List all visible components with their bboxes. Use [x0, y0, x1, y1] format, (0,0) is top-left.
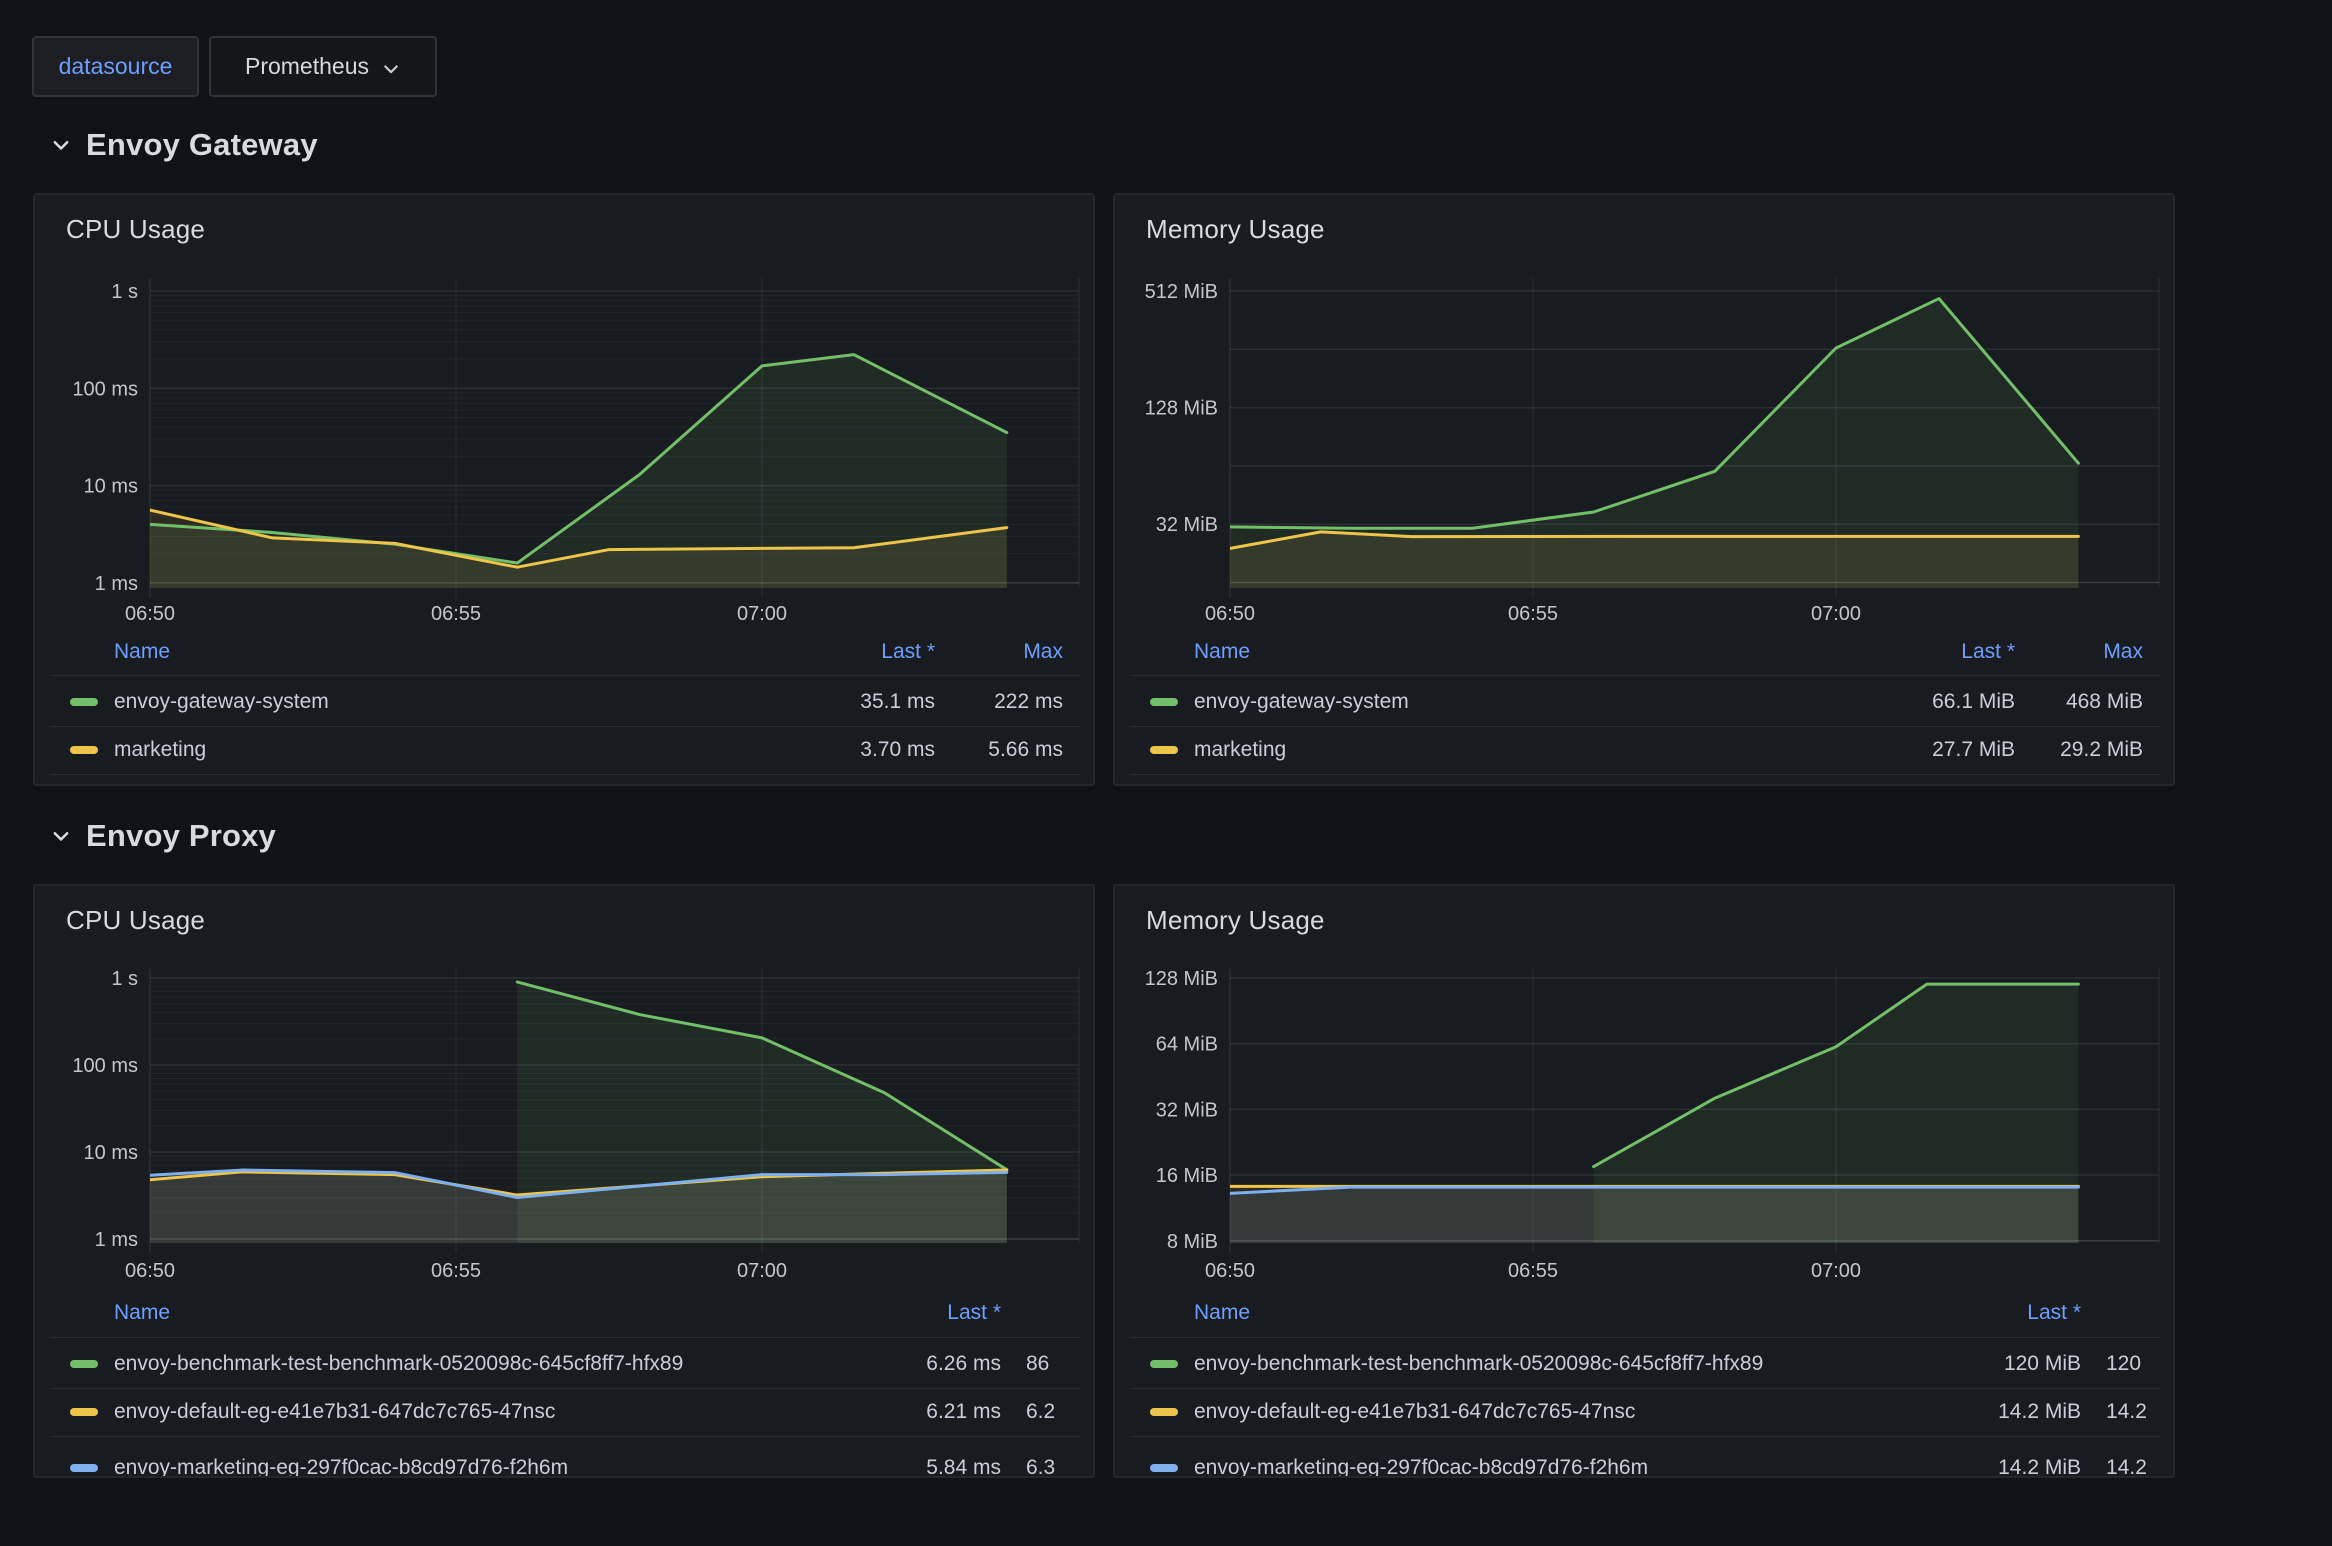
legend-max-value: 120	[2106, 1352, 2175, 1376]
datasource-label-text: datasource	[59, 53, 173, 80]
legend-max-value: 6.3	[1026, 1456, 1095, 1478]
legend-max-value: 86	[1026, 1352, 1095, 1376]
grafana-dashboard: datasource Prometheus Envoy Gateway Envo…	[0, 0, 2332, 1546]
legend-row: marketing3.70 ms5.66 ms	[35, 727, 1093, 773]
section-header-envoy-proxy[interactable]: Envoy Proxy	[50, 816, 276, 856]
legend-divider	[1131, 1337, 2159, 1338]
legend-row: envoy-gateway-system66.1 MiB468 MiB	[1115, 679, 2173, 725]
panel-proxy-cpu: CPU Usage NameLast * envoy-benchmark-test…	[33, 884, 1095, 1478]
legend-divider	[51, 675, 1079, 676]
legend-sort-max[interactable]: Max	[1115, 640, 2143, 664]
legend-row: envoy-marketing-eg-297f0cac-b8cd97d76-f2…	[1115, 1445, 2173, 1478]
legend-header-row: NameLast *Max	[1115, 629, 2173, 675]
datasource-variable-label: datasource	[32, 36, 199, 97]
panel-gateway-memory: Memory Usage NameLast *Maxenvoy-gateway-…	[1113, 193, 2175, 786]
section-header-envoy-gateway[interactable]: Envoy Gateway	[50, 125, 318, 165]
legend-max-value: 6.2	[1026, 1400, 1095, 1424]
legend-divider	[51, 1436, 1079, 1437]
legend-row: envoy-default-eg-e41e7b31-647dc7c765-47n…	[1115, 1389, 2173, 1435]
legend-sort-last[interactable]: Last *	[1115, 1301, 2081, 1325]
legend-divider	[51, 1337, 1079, 1338]
legend-divider	[1131, 1436, 2159, 1437]
legend-row: envoy-default-eg-e41e7b31-647dc7c765-47n…	[35, 1389, 1093, 1435]
legend-last-value: 6.21 ms	[35, 1400, 1001, 1424]
legend-header-row: NameLast *	[35, 1290, 1093, 1336]
legend-sort-last[interactable]: Last *	[35, 1301, 1001, 1325]
panel-title[interactable]: Memory Usage	[1146, 905, 1325, 936]
legend-divider	[51, 774, 1079, 775]
legend-header-row: NameLast *	[1115, 1290, 2173, 1336]
legend-row: envoy-gateway-system35.1 ms222 ms	[35, 679, 1093, 725]
legend-header-row: NameLast *Max	[35, 629, 1093, 675]
legend-last-value: 6.26 ms	[35, 1352, 1001, 1376]
legend-sort-max[interactable]: Max	[35, 640, 1063, 664]
section-title: Envoy Proxy	[86, 818, 276, 854]
legend-max-value: 5.66 ms	[35, 738, 1063, 762]
legend-last-value: 120 MiB	[1115, 1352, 2081, 1376]
legend-max-value: 222 ms	[35, 690, 1063, 714]
legend-max-value: 468 MiB	[1115, 690, 2143, 714]
section-collapse-icon	[50, 825, 72, 847]
legend-last-value: 14.2 MiB	[1115, 1400, 2081, 1424]
legend-row: envoy-marketing-eg-297f0cac-b8cd97d76-f2…	[35, 1445, 1093, 1478]
legend-row: envoy-benchmark-test-benchmark-0520098c-…	[35, 1341, 1093, 1387]
legend-divider	[1131, 675, 2159, 676]
datasource-value-text: Prometheus	[245, 53, 369, 80]
legend-max-value: 14.2	[2106, 1456, 2175, 1478]
legend-last-value: 14.2 MiB	[1115, 1456, 2081, 1478]
panel-proxy-memory: Memory Usage NameLast * envoy-benchmark-t…	[1113, 884, 2175, 1478]
legend-divider	[1131, 774, 2159, 775]
legend-last-value: 5.84 ms	[35, 1456, 1001, 1478]
section-title: Envoy Gateway	[86, 127, 318, 163]
section-collapse-icon	[50, 134, 72, 156]
panel-title[interactable]: CPU Usage	[66, 905, 205, 936]
legend-row: marketing27.7 MiB29.2 MiB	[1115, 727, 2173, 773]
datasource-select[interactable]: Prometheus	[209, 36, 437, 97]
panel-title[interactable]: CPU Usage	[66, 214, 205, 245]
legend-row: envoy-benchmark-test-benchmark-0520098c-…	[1115, 1341, 2173, 1387]
legend-max-value: 14.2	[2106, 1400, 2175, 1424]
legend-max-value: 29.2 MiB	[1115, 738, 2143, 762]
panel-title[interactable]: Memory Usage	[1146, 214, 1325, 245]
panel-gateway-cpu: CPU Usage NameLast *Maxenvoy-gateway-sys…	[33, 193, 1095, 786]
chevron-down-icon	[381, 59, 401, 79]
